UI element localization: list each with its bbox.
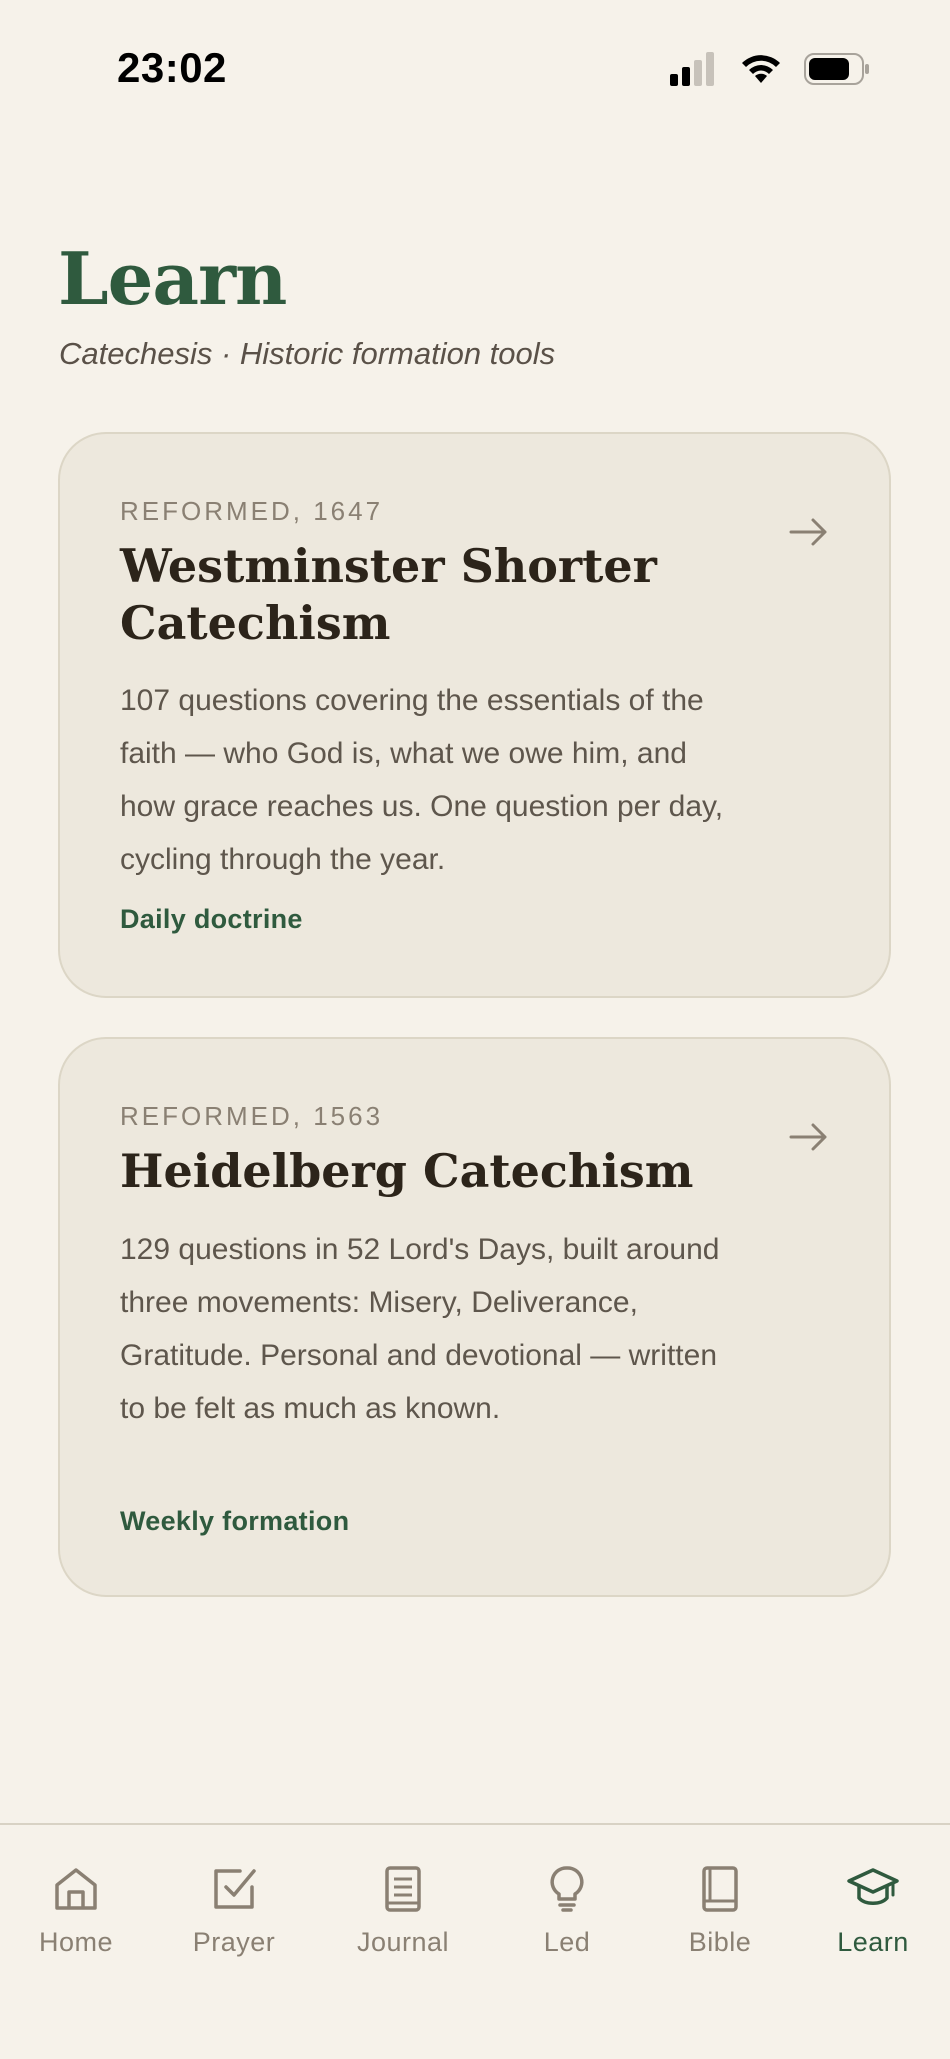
card-description: 107 questions covering the essentials of… [120,684,724,876]
checkbox-icon [214,1869,256,1909]
home-icon [55,1868,97,1910]
learn-screen: 23:02 Learn Catechesis · Historic format… [0,0,950,2059]
tab-learn[interactable]: Learn [803,1865,943,1958]
tab-label: Bible [688,1927,752,1957]
card-description: 129 questions in 52 Lord's Days, built a… [120,1233,720,1425]
tab-prayer[interactable]: Prayer [164,1865,304,1958]
card-tag: Daily doctrine [120,904,303,934]
card-eyebrow: REFORMED, 1563 [120,1101,384,1131]
tab-label: Learn [837,1927,909,1957]
journal-icon [385,1866,421,1912]
catechism-card-westminster[interactable]: REFORMED, 1647 Westminster Shorter Catec… [58,432,891,998]
page-title: Learn [58,236,287,321]
lightbulb-icon [550,1866,584,1912]
tab-label: Journal [356,1927,450,1957]
tab-label: Home [38,1927,114,1957]
signal-icon [670,52,714,86]
wifi-icon [742,55,780,83]
page-subtitle: Catechesis · Historic formation tools [59,336,556,371]
tab-bar: Home Prayer Journal Led Bible Learn [0,1823,950,2059]
battery-icon [804,53,869,85]
tab-home[interactable]: Home [6,1865,146,1958]
status-time: 23:02 [117,44,227,91]
tab-bible[interactable]: Bible [650,1865,790,1958]
status-bar: 23:02 [0,0,950,140]
catechism-card-heidelberg[interactable]: REFORMED, 1563 Heidelberg Catechism 129 … [58,1037,891,1597]
arrow-right-icon[interactable] [789,1121,829,1153]
tab-label: Led [543,1927,591,1957]
tab-led[interactable]: Led [497,1865,637,1958]
arrow-right-icon[interactable] [789,516,829,548]
tab-label: Prayer [192,1927,276,1957]
tab-journal[interactable]: Journal [333,1865,473,1958]
status-icons [670,52,870,86]
card-title: Heidelberg Catechism [120,1144,694,1198]
book-icon [702,1866,738,1912]
graduation-cap-icon [847,1868,899,1905]
card-tag: Weekly formation [120,1506,350,1536]
card-title: Westminster Shorter Catechism [120,539,657,650]
card-eyebrow: REFORMED, 1647 [120,496,384,526]
